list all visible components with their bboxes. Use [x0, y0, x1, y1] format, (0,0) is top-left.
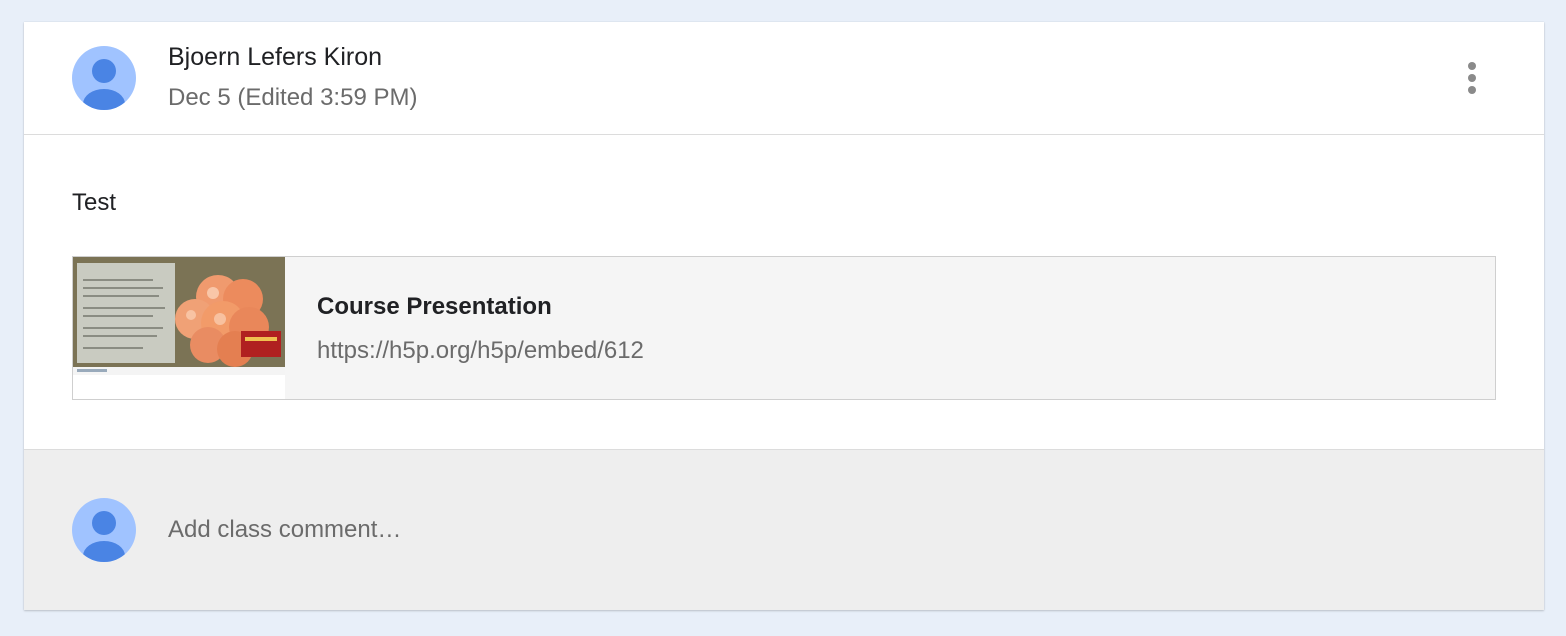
comment-section: Add class comment…: [24, 449, 1544, 610]
attachment-card[interactable]: Course Presentation https://h5p.org/h5p/…: [72, 256, 1496, 400]
attachment-thumbnail[interactable]: [73, 257, 285, 399]
post-body: Test: [72, 189, 117, 216]
person-icon: [83, 511, 125, 562]
post-header: Bjoern Lefers Kiron Dec 5 (Edited 3:59 P…: [24, 22, 1544, 135]
author-avatar[interactable]: [72, 46, 136, 110]
more-vert-icon[interactable]: [1452, 54, 1492, 102]
commenter-avatar: [72, 498, 136, 562]
presentation-thumbnail: [73, 257, 285, 399]
more-dot: [1468, 62, 1476, 70]
more-dot: [1468, 86, 1476, 94]
person-icon: [83, 59, 125, 110]
author-name[interactable]: Bjoern Lefers Kiron: [168, 42, 382, 72]
post-timestamp: Dec 5 (Edited 3:59 PM): [168, 84, 418, 111]
more-dot: [1468, 74, 1476, 82]
class-comment-input[interactable]: Add class comment…: [168, 512, 1468, 548]
attachment-title[interactable]: Course Presentation: [317, 292, 552, 322]
attachment-url[interactable]: https://h5p.org/h5p/embed/612: [317, 336, 644, 366]
post-card: Bjoern Lefers Kiron Dec 5 (Edited 3:59 P…: [24, 22, 1544, 610]
